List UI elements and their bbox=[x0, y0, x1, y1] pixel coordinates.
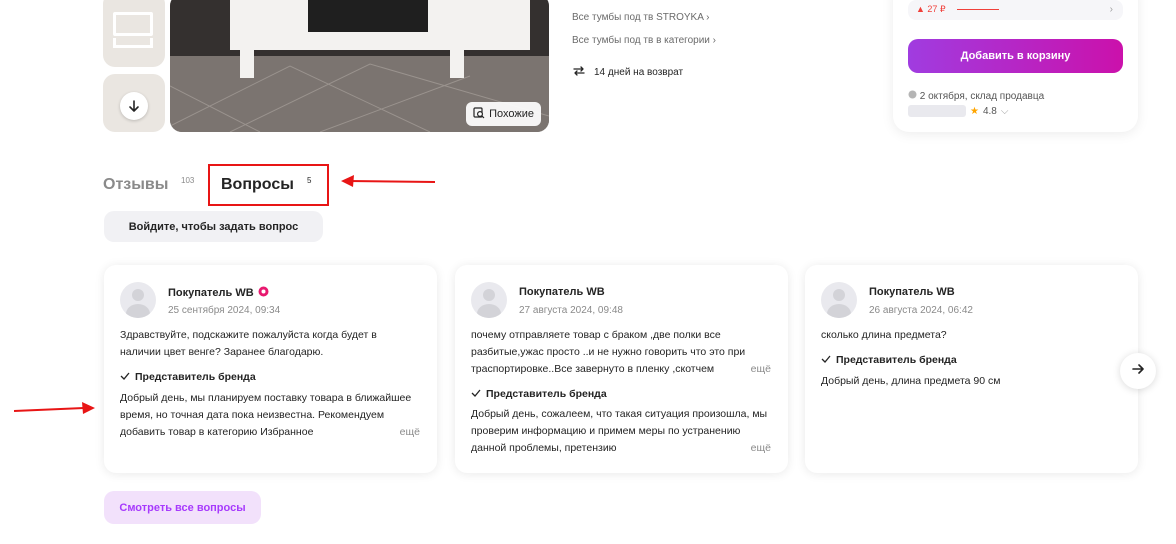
checkmark-icon bbox=[471, 388, 481, 400]
question-text: почему отправляете товар с браком ,две п… bbox=[471, 327, 771, 378]
question-card: Покупатель WB 27 августа 2024, 09:48 поч… bbox=[455, 265, 788, 473]
more-link[interactable]: ещё bbox=[385, 424, 420, 441]
seller-info[interactable]: ★ 4.8 ⌵ bbox=[908, 105, 1008, 117]
category-products-link[interactable]: Все тумбы под тв в категории › bbox=[572, 35, 716, 46]
return-text: 14 дней на возврат bbox=[594, 67, 684, 78]
question-card: Покупатель WB 26 августа 2024, 06:42 ско… bbox=[805, 265, 1138, 473]
chevron-down-icon: ⌵ bbox=[1000, 105, 1009, 117]
gallery-thumbnail[interactable] bbox=[103, 0, 165, 67]
chevron-right-icon: › bbox=[1109, 4, 1113, 15]
star-icon: ★ bbox=[970, 105, 979, 117]
annotation-highlight-box bbox=[208, 164, 329, 206]
price-delta: ▲ 27 ₽ bbox=[916, 4, 946, 14]
exchange-arrows-icon bbox=[572, 65, 586, 80]
view-all-questions-button[interactable]: Смотреть все вопросы bbox=[104, 491, 261, 524]
brand-products-link[interactable]: Все тумбы под тв STROYKA › bbox=[572, 12, 709, 23]
checkmark-icon bbox=[821, 354, 831, 366]
avatar bbox=[120, 282, 156, 318]
question-date: 27 августа 2024, 09:48 bbox=[519, 305, 623, 316]
avatar bbox=[821, 282, 857, 318]
arrow-down-icon[interactable] bbox=[120, 92, 148, 120]
price-history-line bbox=[957, 9, 999, 10]
ask-question-button[interactable]: Войдите, чтобы задать вопрос bbox=[104, 211, 323, 242]
delivery-info: 2 октября, склад продавца bbox=[908, 90, 1044, 102]
annotation-arrow-right bbox=[13, 401, 96, 420]
answer-text: Добрый день, сожалеем, что такая ситуаци… bbox=[471, 406, 771, 457]
more-link[interactable]: ещё bbox=[736, 361, 771, 378]
verified-badge-icon bbox=[258, 286, 269, 300]
thumbnail-tv-stand-base bbox=[113, 38, 153, 48]
question-author: Покупатель WB bbox=[519, 286, 605, 298]
question-text: Здравствуйте, подскажите пожалуйста когд… bbox=[120, 329, 377, 358]
question-author: Покупатель WB bbox=[168, 286, 269, 300]
similar-button[interactable]: Похожие bbox=[466, 102, 541, 126]
question-date: 26 августа 2024, 06:42 bbox=[869, 305, 973, 316]
question-date: 25 сентября 2024, 09:34 bbox=[168, 305, 281, 316]
seller-rating: 4.8 bbox=[982, 105, 997, 117]
photo-tv-stand-leg bbox=[240, 48, 254, 78]
tab-reviews[interactable]: Отзывы bbox=[103, 176, 168, 194]
more-link[interactable]: ещё bbox=[736, 440, 771, 457]
photo-tv-stand-leg bbox=[450, 48, 464, 78]
thumbnail-tv-stand-shape bbox=[113, 12, 153, 36]
brand-representative-label: Представитель бренда bbox=[120, 371, 256, 383]
add-to-cart-button[interactable]: Добавить в корзину bbox=[908, 39, 1123, 73]
question-author: Покупатель WB bbox=[869, 286, 955, 298]
carousel-next-button[interactable] bbox=[1120, 353, 1156, 389]
annotation-arrow-left bbox=[340, 174, 436, 193]
product-main-photo[interactable]: Похожие bbox=[170, 0, 549, 132]
gallery-scroll-down[interactable] bbox=[103, 74, 165, 132]
similar-search-icon bbox=[473, 106, 485, 122]
brand-representative-label: Представитель бренда bbox=[471, 388, 607, 400]
photo-tv-stand-shelf bbox=[308, 0, 428, 32]
reviews-count: 103 bbox=[181, 176, 195, 185]
answer-text: Добрый день, мы планируем поставку товар… bbox=[120, 390, 420, 441]
return-policy: 14 дней на возврат bbox=[572, 65, 683, 80]
box-icon bbox=[908, 90, 920, 102]
avatar bbox=[471, 282, 507, 318]
similar-label: Похожие bbox=[489, 108, 534, 120]
answer-text: Добрый день, длина предмета 90 см bbox=[821, 375, 1001, 387]
buy-card: ▲ 27 ₽ › Добавить в корзину 2 октября, с… bbox=[893, 0, 1138, 132]
photo-tv-stand bbox=[230, 0, 530, 50]
question-text: сколько длина предмета? bbox=[821, 329, 947, 341]
question-card: Покупатель WB 25 сентября 2024, 09:34 Зд… bbox=[104, 265, 437, 473]
price-history[interactable]: ▲ 27 ₽ › bbox=[908, 0, 1123, 20]
brand-representative-label: Представитель бренда bbox=[821, 354, 957, 366]
delivery-text: 2 октября, склад продавца bbox=[919, 91, 1045, 102]
checkmark-icon bbox=[120, 371, 130, 383]
seller-name-blurred bbox=[908, 105, 966, 117]
arrow-right-icon bbox=[1131, 362, 1145, 381]
